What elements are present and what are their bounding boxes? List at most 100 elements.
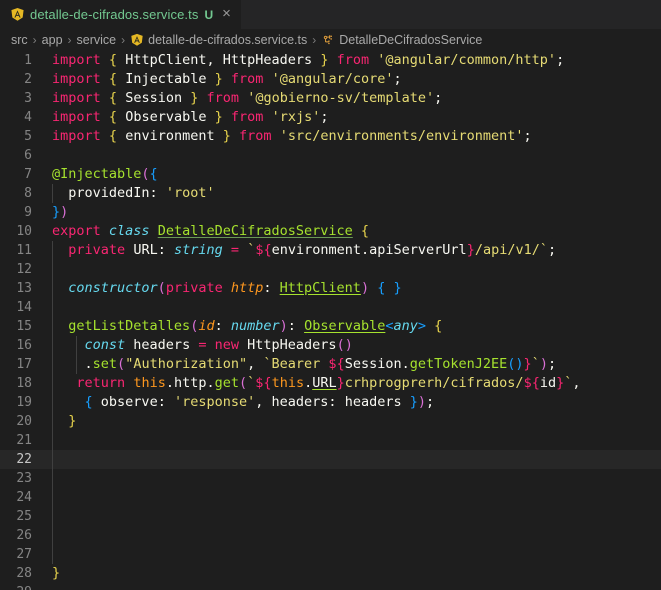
line-number: 12 (16, 262, 32, 277)
line-number: 25 (16, 509, 32, 524)
code-line[interactable]: 10 export class DetalleDeCifradosService… (0, 222, 661, 241)
code-line[interactable]: 11 private URL: string = `${environment.… (0, 241, 661, 260)
breadcrumb-item-symbol[interactable]: DetalleDeCifradosService (321, 33, 482, 47)
code-line[interactable]: 28 } (0, 564, 661, 583)
code-line[interactable]: 5 import { environment } from 'src/envir… (0, 127, 661, 146)
class-symbol-icon (324, 35, 333, 45)
line-number: 1 (24, 53, 32, 68)
code-content[interactable] (46, 583, 661, 590)
breadcrumb-label: DetalleDeCifradosService (339, 33, 483, 47)
line-number: 14 (16, 300, 32, 315)
code-content[interactable]: { observe: 'response', headers: headers … (46, 393, 661, 412)
line-number: 4 (24, 110, 32, 125)
code-line[interactable]: 21 (0, 431, 661, 450)
line-number: 20 (16, 414, 32, 429)
line-number: 6 (24, 148, 32, 163)
editor-tab-git-badge: U (204, 7, 214, 22)
code-content[interactable] (46, 431, 661, 450)
tab-bar-empty-area (241, 0, 661, 29)
code-line[interactable]: 6 (0, 146, 661, 165)
code-content[interactable]: @Injectable({ (46, 165, 661, 184)
line-number: 13 (16, 281, 32, 296)
code-line[interactable]: 8 providedIn: 'root' (0, 184, 661, 203)
breadcrumb-item-app[interactable]: app (42, 33, 63, 47)
code-content[interactable] (46, 146, 661, 165)
code-content[interactable]: }) (46, 203, 661, 222)
code-content[interactable]: import { environment } from 'src/environ… (46, 127, 661, 146)
code-editor[interactable]: 1 import { HttpClient, HttpHeaders } fro… (0, 51, 661, 590)
line-number: 24 (16, 490, 32, 505)
editor-tab-label: detalle-de-cifrados.service.ts (30, 7, 199, 22)
breadcrumb-separator: › (67, 33, 72, 47)
code-line[interactable]: 19 { observe: 'response', headers: heade… (0, 393, 661, 412)
code-content[interactable] (46, 507, 661, 526)
code-line[interactable]: 9 }) (0, 203, 661, 222)
code-content[interactable]: import { HttpClient, HttpHeaders } from … (46, 51, 661, 70)
line-number: 22 (0, 450, 46, 469)
code-line[interactable]: 16 const headers = new HttpHeaders() (0, 336, 661, 355)
code-content[interactable] (46, 260, 661, 279)
breadcrumb-separator: › (32, 33, 37, 47)
line-number: 16 (16, 338, 32, 353)
line-number: 28 (16, 566, 32, 581)
line-number: 18 (16, 376, 32, 391)
code-line[interactable]: 2 import { Injectable } from '@angular/c… (0, 70, 661, 89)
line-number: 17 (16, 357, 32, 372)
code-content[interactable] (46, 450, 661, 469)
code-line[interactable]: 14 (0, 298, 661, 317)
code-content[interactable] (46, 469, 661, 488)
line-number: 7 (24, 167, 32, 182)
code-line-active[interactable]: 22 (0, 450, 661, 469)
code-content[interactable] (46, 526, 661, 545)
code-content[interactable]: } (46, 412, 661, 431)
code-content[interactable]: const headers = new HttpHeaders() (46, 336, 661, 355)
line-number: 29 (0, 583, 46, 590)
code-content[interactable]: } (46, 564, 661, 583)
breadcrumb-item-src[interactable]: src (11, 33, 28, 47)
breadcrumb-separator: › (312, 33, 317, 47)
code-line[interactable]: 27 (0, 545, 661, 564)
code-line[interactable]: 25 (0, 507, 661, 526)
code-content[interactable]: return this.http.get(`${this.URL}crhprog… (46, 374, 661, 393)
code-line[interactable]: 23 (0, 469, 661, 488)
line-number: 11 (16, 243, 32, 258)
code-line[interactable]: 20 } (0, 412, 661, 431)
code-content[interactable]: import { Observable } from 'rxjs'; (46, 108, 661, 127)
close-icon[interactable]: × (218, 6, 233, 23)
angular-file-icon (131, 33, 143, 46)
code-line[interactable]: 26 (0, 526, 661, 545)
code-content[interactable]: import { Session } from '@gobierno-sv/te… (46, 89, 661, 108)
code-content[interactable]: .set("Authorization", `Bearer ${Session.… (46, 355, 661, 374)
line-number: 27 (16, 547, 32, 562)
editor-tab[interactable]: detalle-de-cifrados.service.ts U × (0, 0, 242, 29)
line-number: 21 (16, 433, 32, 448)
code-content[interactable]: constructor(private http: HttpClient) { … (46, 279, 661, 298)
code-line[interactable]: 12 (0, 260, 661, 279)
line-number: 2 (24, 72, 32, 87)
code-content[interactable] (46, 298, 661, 317)
code-line[interactable]: 17 .set("Authorization", `Bearer ${Sessi… (0, 355, 661, 374)
breadcrumb-item-file[interactable]: detalle-de-cifrados.service.ts (130, 33, 307, 47)
code-line[interactable]: 4 import { Observable } from 'rxjs'; (0, 108, 661, 127)
code-content[interactable]: private URL: string = `${environment.api… (46, 241, 661, 260)
code-line[interactable]: 13 constructor(private http: HttpClient)… (0, 279, 661, 298)
code-line[interactable]: 18 return this.http.get(`${this.URL}crhp… (0, 374, 661, 393)
code-content[interactable] (46, 488, 661, 507)
line-number: 9 (24, 205, 32, 220)
breadcrumb-item-service[interactable]: service (77, 33, 117, 47)
code-line[interactable]: 3 import { Session } from '@gobierno-sv/… (0, 89, 661, 108)
code-content[interactable]: export class DetalleDeCifradosService { (46, 222, 661, 241)
code-line[interactable]: 29 (0, 583, 661, 590)
code-content[interactable]: import { Injectable } from '@angular/cor… (46, 70, 661, 89)
code-content[interactable]: getListDetalles(id: number): Observable<… (46, 317, 661, 336)
breadcrumb: src › app › service › detalle-de-cifrado… (0, 29, 661, 51)
code-line[interactable]: 1 import { HttpClient, HttpHeaders } fro… (0, 51, 661, 70)
breadcrumb-separator: › (121, 33, 126, 47)
line-number: 10 (16, 224, 32, 239)
breadcrumb-label: app (41, 33, 63, 47)
code-line[interactable]: 7 @Injectable({ (0, 165, 661, 184)
code-content[interactable]: providedIn: 'root' (46, 184, 661, 203)
code-content[interactable] (46, 545, 661, 564)
code-line[interactable]: 15 getListDetalles(id: number): Observab… (0, 317, 661, 336)
code-line[interactable]: 24 (0, 488, 661, 507)
